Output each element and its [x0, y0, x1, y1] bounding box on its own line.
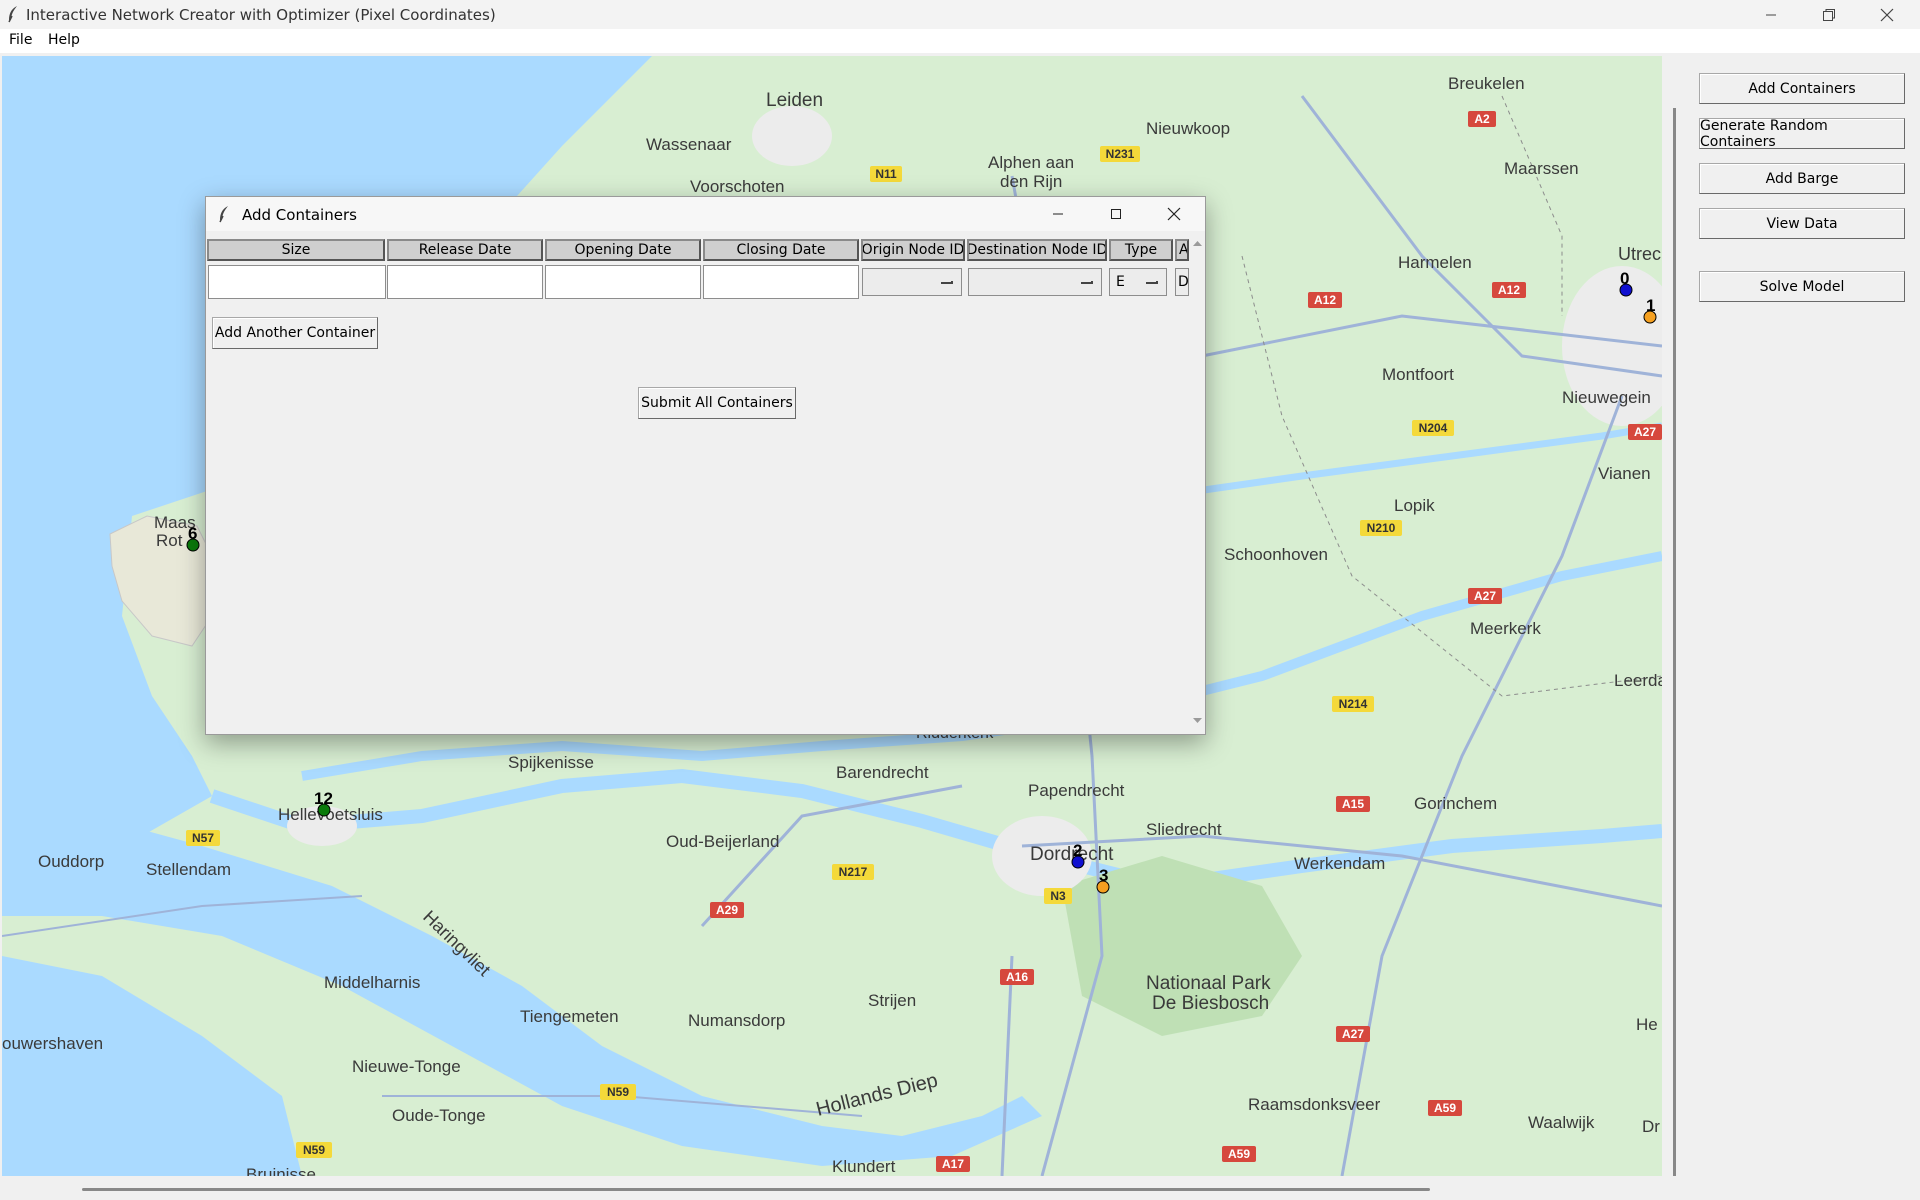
vertical-scrollbar[interactable] — [1673, 108, 1676, 1176]
node-1[interactable]: 1 — [1643, 296, 1657, 324]
column-header-extra: A — [1175, 239, 1189, 261]
view-data-button[interactable]: View Data — [1699, 208, 1905, 239]
svg-text:0: 0 — [1620, 269, 1629, 288]
node-12[interactable]: 12 — [314, 789, 333, 817]
solve-model-button[interactable]: Solve Model — [1699, 271, 1905, 302]
type-select[interactable]: E — [1109, 268, 1167, 296]
add-containers-button[interactable]: Add Containers — [1699, 73, 1905, 104]
scroll-down-icon — [1193, 718, 1202, 723]
dialog-close-button[interactable] — [1150, 197, 1198, 231]
minimize-button[interactable] — [1742, 0, 1800, 29]
close-icon — [1880, 8, 1894, 21]
opening-date-input[interactable] — [545, 265, 701, 299]
dialog-minimize-button[interactable] — [1034, 197, 1082, 231]
minimize-icon — [1766, 14, 1776, 15]
close-button[interactable] — [1858, 0, 1916, 29]
submit-all-containers-button[interactable]: Submit All Containers — [638, 387, 796, 419]
window-titlebar: Interactive Network Creator with Optimiz… — [0, 0, 1920, 29]
feather-icon — [219, 206, 228, 223]
column-header-origin-node: Origin Node ID — [861, 239, 965, 261]
column-header-opening-date: Opening Date — [545, 239, 701, 261]
release-date-input[interactable] — [387, 265, 543, 299]
feather-icon — [8, 6, 17, 23]
dialog-maximize-button[interactable] — [1092, 197, 1140, 231]
svg-text:2: 2 — [1073, 841, 1082, 860]
maximize-icon — [1111, 209, 1121, 219]
dropdown-arrow-icon — [941, 281, 953, 284]
svg-text:12: 12 — [314, 789, 333, 808]
add-containers-dialog: Add Containers Size Release Date Opening… — [205, 196, 1206, 735]
scroll-up-icon — [1193, 241, 1202, 246]
menu-bar: File Help — [0, 29, 1920, 53]
column-header-closing-date: Closing Date — [703, 239, 859, 261]
column-header-release-date: Release Date — [387, 239, 543, 261]
extra-field[interactable]: D — [1175, 268, 1189, 296]
origin-node-select[interactable] — [862, 268, 962, 296]
dialog-vertical-scrollbar[interactable] — [1190, 233, 1205, 733]
svg-text:1: 1 — [1646, 296, 1655, 315]
menu-help[interactable]: Help — [48, 32, 80, 48]
extra-value: D — [1178, 274, 1189, 290]
node-6[interactable]: 6 — [186, 524, 200, 552]
destination-node-select[interactable] — [968, 268, 1102, 296]
size-input[interactable] — [208, 265, 386, 299]
restore-icon — [1823, 8, 1835, 21]
dialog-titlebar: Add Containers — [206, 197, 1205, 231]
dropdown-arrow-icon — [1081, 281, 1093, 284]
dropdown-arrow-icon — [1146, 281, 1158, 284]
node-3[interactable]: 3 — [1096, 866, 1110, 894]
closing-date-input[interactable] — [703, 265, 859, 299]
column-header-size: Size — [207, 239, 385, 261]
minimize-icon — [1053, 213, 1063, 215]
add-another-container-button[interactable]: Add Another Container — [212, 317, 378, 349]
add-barge-button[interactable]: Add Barge — [1699, 163, 1905, 194]
svg-text:3: 3 — [1099, 866, 1108, 885]
menu-file[interactable]: File — [9, 32, 32, 48]
column-header-destination-node: Destination Node ID — [967, 239, 1107, 261]
column-header-type: Type — [1109, 239, 1173, 261]
generate-random-containers-button[interactable]: Generate Random Containers — [1699, 118, 1905, 150]
node-0[interactable]: 0 — [1619, 269, 1633, 297]
dialog-title: Add Containers — [242, 206, 357, 224]
restore-button[interactable] — [1800, 0, 1858, 29]
svg-text:6: 6 — [188, 524, 197, 543]
window-title: Interactive Network Creator with Optimiz… — [26, 6, 496, 24]
type-value: E — [1116, 274, 1125, 290]
horizontal-scrollbar[interactable] — [82, 1188, 1430, 1191]
close-icon — [1167, 207, 1181, 221]
node-2[interactable]: 2 — [1071, 841, 1085, 869]
